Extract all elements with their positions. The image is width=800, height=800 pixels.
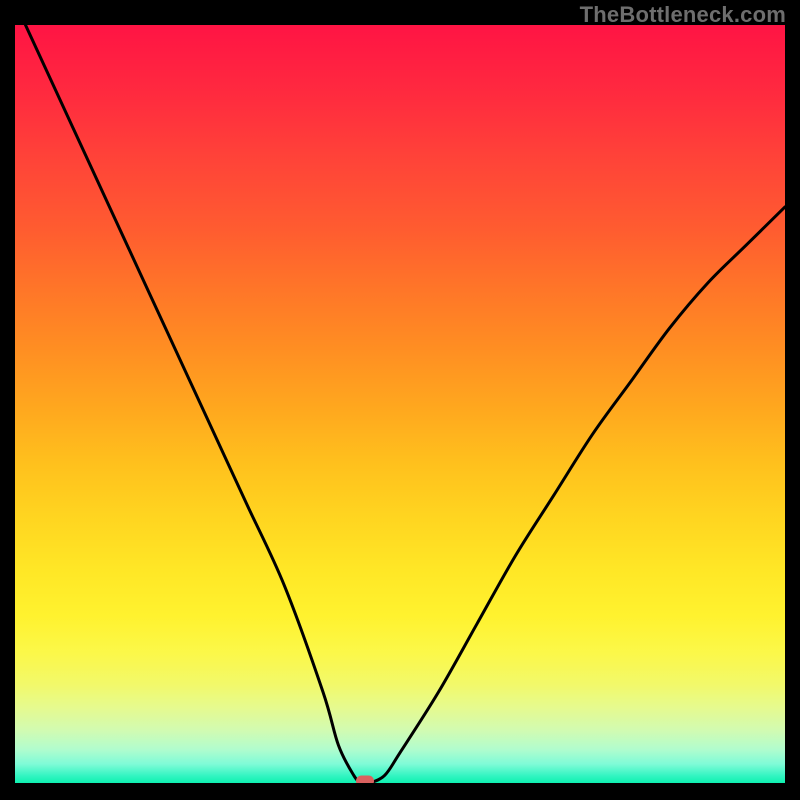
watermark-text: TheBottleneck.com [580, 2, 786, 28]
plot-area [15, 25, 785, 783]
chart-container: TheBottleneck.com [0, 0, 800, 800]
optimum-marker [356, 775, 374, 783]
bottleneck-curve [15, 25, 785, 783]
